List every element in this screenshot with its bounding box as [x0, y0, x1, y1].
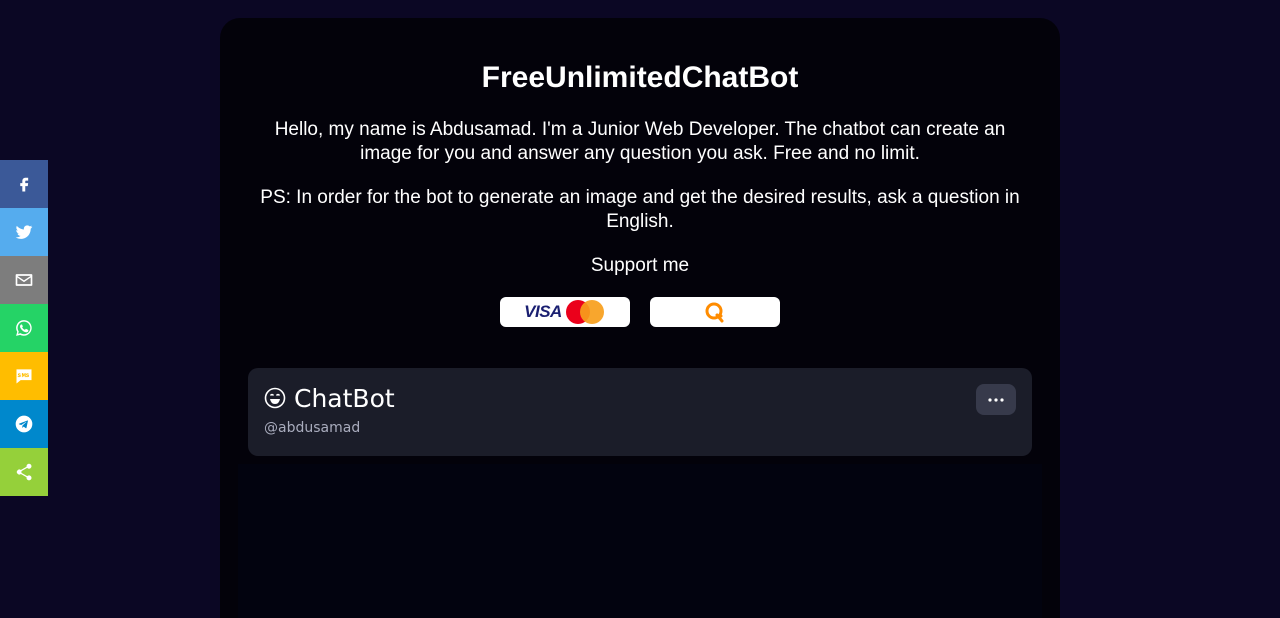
- visa-mastercard-button[interactable]: VISA: [500, 297, 630, 327]
- generic-share-button[interactable]: [0, 448, 48, 496]
- whatsapp-icon: [16, 320, 32, 336]
- telegram-share-button[interactable]: [0, 400, 48, 448]
- email-icon: [15, 274, 33, 286]
- more-dots-icon: [988, 397, 1004, 402]
- chat-name-label: ChatBot: [294, 384, 395, 413]
- chat-header: ChatBot @abdusamad: [248, 368, 1032, 456]
- intro-text: Hello, my name is Abdusamad. I'm a Junio…: [274, 119, 1006, 164]
- chat-title: ChatBot: [264, 384, 395, 414]
- twitter-share-button[interactable]: [0, 208, 48, 256]
- chat-messages-area[interactable]: [238, 464, 1042, 618]
- ps-note: PS: In order for the bot to generate an …: [260, 187, 1020, 232]
- visa-label: VISA: [524, 302, 562, 321]
- qiwi-icon: [705, 302, 724, 323]
- sms-share-button[interactable]: [0, 352, 48, 400]
- email-share-button[interactable]: [0, 256, 48, 304]
- qiwi-button[interactable]: [650, 297, 780, 327]
- telegram-icon: [15, 415, 33, 433]
- sms-icon: [16, 369, 32, 384]
- share-sidebar: [0, 160, 48, 496]
- support-heading: Support me: [590, 255, 690, 276]
- more-options-button[interactable]: [976, 384, 1016, 415]
- chat-handle: @abdusamad: [264, 420, 361, 436]
- payment-buttons: VISA: [220, 297, 1060, 327]
- facebook-share-button[interactable]: [0, 160, 48, 208]
- smiling-face-icon: [264, 387, 286, 409]
- page-title: FreeUnlimitedChatBot: [481, 61, 799, 94]
- main-panel: FreeUnlimitedChatBot Hello, my name is A…: [220, 18, 1060, 618]
- mastercard-icon: [564, 299, 606, 325]
- facebook-icon: [20, 177, 29, 192]
- share-icon: [16, 463, 32, 481]
- twitter-icon: [15, 225, 33, 239]
- whatsapp-share-button[interactable]: [0, 304, 48, 352]
